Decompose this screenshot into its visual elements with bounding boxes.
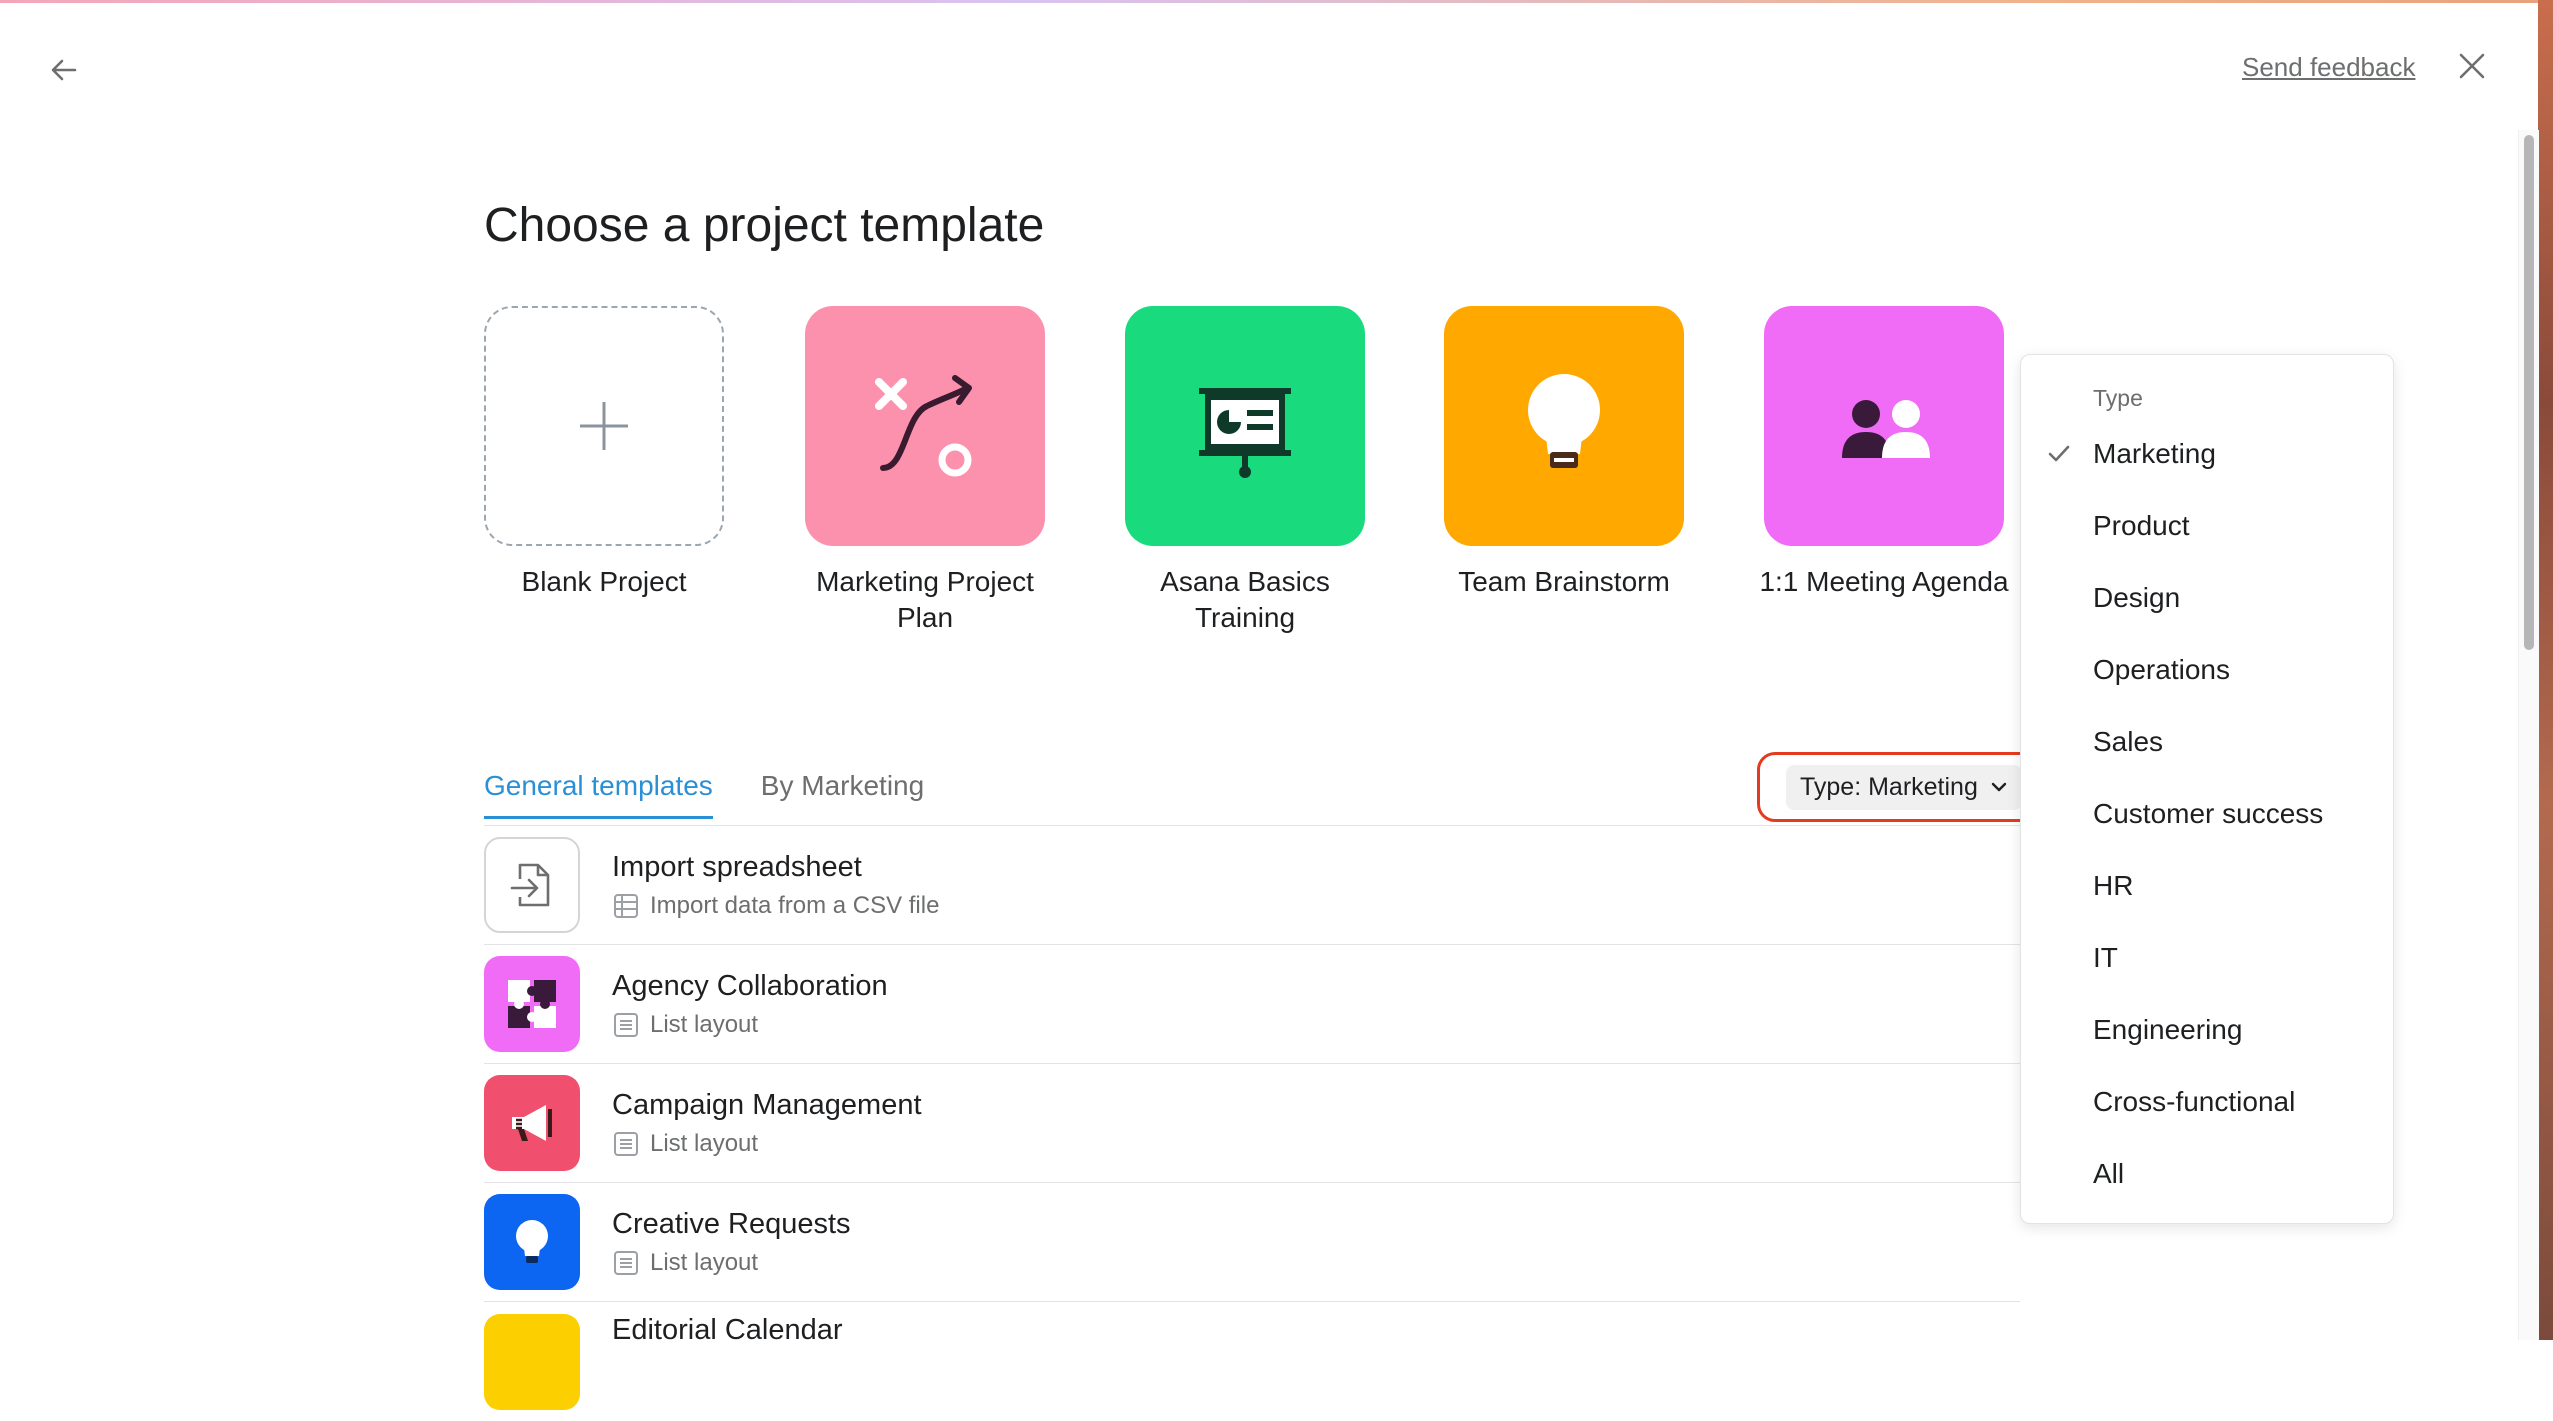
dropdown-option-label: All [2093, 1158, 2125, 1189]
template-tile-blank-project[interactable]: Blank Project [484, 306, 724, 600]
dropdown-option-it[interactable]: IT [2021, 926, 2393, 990]
list-item[interactable]: Campaign Management List layout [484, 1064, 2020, 1183]
list-item[interactable]: Editorial Calendar [484, 1302, 2020, 1421]
list-item-title: Editorial Calendar [612, 1314, 843, 1346]
dropdown-option-label: HR [2093, 870, 2134, 901]
dropdown-option-all[interactable]: All [2021, 1142, 2393, 1206]
dropdown-option-label: Cross-functional [2093, 1086, 2296, 1117]
megaphone-icon [484, 1075, 580, 1171]
marketing-project-plan-box[interactable] [805, 306, 1045, 546]
page-title: Choose a project template [484, 199, 1045, 252]
tab-general-templates[interactable]: General templates [484, 770, 713, 819]
window-top-strip [0, 0, 2553, 3]
list-item[interactable]: Import spreadsheet Import data from a CS… [484, 826, 2020, 945]
people-icon [1842, 400, 1930, 458]
plus-icon [580, 402, 628, 450]
dropdown-option-label: Product [2093, 510, 2190, 541]
asana-basics-training-box[interactable] [1125, 306, 1365, 546]
template-tile-team-brainstorm[interactable]: Team Brainstorm [1444, 306, 1684, 600]
list-item[interactable]: Creative Requests List layout [484, 1183, 2020, 1302]
send-feedback-link[interactable]: Send feedback [2242, 52, 2415, 83]
chevron-down-icon [1991, 782, 2007, 792]
template-tile-1-1-meeting-agenda[interactable]: 1:1 Meeting Agenda [1759, 306, 2009, 600]
type-dropdown-menu: Type Marketing Product Design Operations… [2020, 354, 2394, 1224]
template-tile-marketing-project-plan[interactable]: Marketing Project Plan [805, 306, 1045, 636]
list-item-subtitle: Import data from a CSV file [650, 891, 940, 919]
dropdown-option-label: IT [2093, 942, 2118, 973]
tile-label: 1:1 Meeting Agenda [1759, 566, 2009, 597]
dropdown-option-label: Design [2093, 582, 2181, 613]
type-filter-button[interactable]: Type: Marketing [1757, 752, 2047, 822]
table-icon [614, 893, 638, 918]
list-item-subtitle: List layout [650, 1129, 759, 1157]
puzzle-icon [484, 956, 580, 1052]
blank-project-box[interactable] [484, 306, 724, 546]
tab-by-marketing[interactable]: By Marketing [761, 770, 924, 819]
dropdown-option-label: Customer success [2093, 798, 2324, 829]
dropdown-option-label: Operations [2093, 654, 2230, 685]
tile-label: Team Brainstorm [1458, 566, 1670, 597]
team-brainstorm-box[interactable] [1444, 306, 1684, 546]
list-item-title: Campaign Management [612, 1088, 922, 1121]
list-item-title: Creative Requests [612, 1207, 851, 1240]
tile-label: Blank Project [521, 566, 687, 597]
list-item-title: Agency Collaboration [612, 969, 888, 1002]
list-item-title: Import spreadsheet [612, 850, 862, 883]
dropdown-option-label: Engineering [2093, 1014, 2243, 1045]
tile-label: Marketing Project Plan [816, 566, 1034, 633]
arrow-left-icon [51, 59, 77, 81]
dropdown-option-design[interactable]: Design [2021, 566, 2393, 630]
list-icon [614, 1012, 638, 1037]
meeting-agenda-box[interactable] [1764, 306, 2004, 546]
scrollbar-thumb[interactable] [2524, 135, 2534, 650]
dropdown-option-product[interactable]: Product [2021, 494, 2393, 558]
dropdown-header: Type [2093, 385, 2143, 411]
dropdown-option-hr[interactable]: HR [2021, 854, 2393, 918]
lightbulb-icon [1528, 374, 1600, 468]
dropdown-option-operations[interactable]: Operations [2021, 638, 2393, 702]
dropdown-option-cross-functional[interactable]: Cross-functional [2021, 1070, 2393, 1134]
calendar-icon [484, 1314, 580, 1410]
back-button[interactable] [44, 50, 84, 90]
template-tile-asana-basics-training[interactable]: Asana Basics Training [1125, 306, 1365, 636]
dropdown-option-sales[interactable]: Sales [2021, 710, 2393, 774]
check-icon [2048, 445, 2070, 462]
strategy-icon [875, 375, 972, 477]
close-icon [2459, 53, 2485, 79]
desktop-background-edge [2538, 0, 2553, 1340]
tile-label: Asana Basics Training [1160, 566, 1330, 633]
list-item[interactable]: Agency Collaboration List layout [484, 945, 2020, 1064]
lightbulb-icon [484, 1194, 580, 1290]
list-icon [614, 1250, 638, 1275]
type-filter-inner[interactable]: Type: Marketing [1786, 764, 2022, 810]
template-tabs: General templates By Marketing [484, 770, 924, 819]
type-filter-label: Type: Marketing [1800, 772, 1978, 801]
presentation-icon [1199, 388, 1291, 478]
import-file-icon [484, 837, 580, 933]
close-button[interactable] [2452, 46, 2492, 86]
list-item-subtitle: List layout [650, 1248, 759, 1276]
dropdown-option-label: Marketing [2093, 438, 2216, 469]
list-item-subtitle: List layout [650, 1010, 759, 1038]
dropdown-option-marketing[interactable]: Marketing [2021, 422, 2393, 486]
dropdown-option-engineering[interactable]: Engineering [2021, 998, 2393, 1062]
dropdown-option-label: Sales [2093, 726, 2164, 757]
list-icon [614, 1131, 638, 1156]
dropdown-option-customer-success[interactable]: Customer success [2021, 782, 2393, 846]
template-list: Import spreadsheet Import data from a CS… [484, 826, 2020, 1421]
